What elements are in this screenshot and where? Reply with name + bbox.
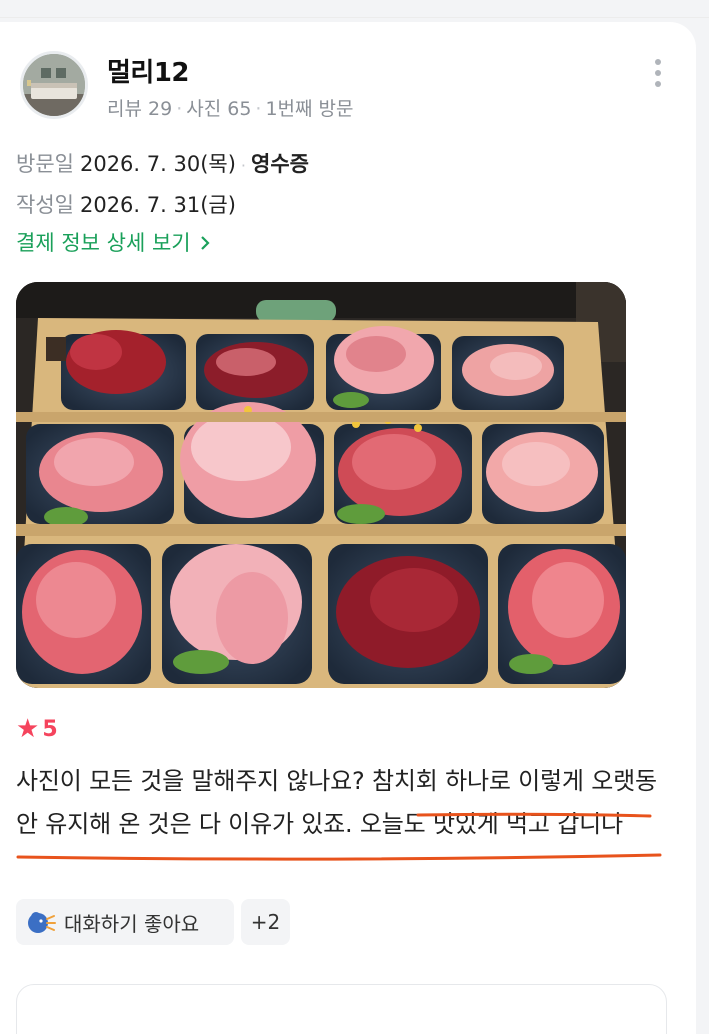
visit-date: 2026. 7. 30(목) <box>79 152 236 176</box>
tag-label: 대화하기 좋아요 <box>64 911 200 936</box>
photo-count: 사진 65 <box>186 98 252 120</box>
author-stats: 리뷰 29 · 사진 65 · 1번째 방문 <box>107 98 354 120</box>
username[interactable]: 멀리12 <box>107 52 190 89</box>
avatar[interactable] <box>20 51 88 119</box>
next-review-card <box>16 984 667 1034</box>
star-icon: ★ <box>16 714 40 744</box>
review-text[interactable]: 사진이 모든 것을 말해주지 않나요? 참치회 하나로 이렇게 오랫동안 유지해… <box>16 760 676 846</box>
payment-detail-label: 결제 정보 상세 보기 <box>16 231 191 255</box>
review-text-plain: 사진이 모든 것을 말해주지 않나요? <box>16 767 373 795</box>
tag-good-for-conversation[interactable]: 대화하기 좋아요 <box>16 899 234 945</box>
rating: ★ 5 <box>16 716 58 742</box>
written-date-row: 작성일 2026. 7. 31(금) <box>16 189 236 219</box>
top-strip <box>0 0 709 18</box>
chevron-right-icon <box>201 236 210 250</box>
review-count: 리뷰 29 <box>107 98 173 120</box>
tag-more-count: +2 <box>250 910 281 934</box>
rating-score: 5 <box>42 716 58 742</box>
more-vertical-icon[interactable] <box>648 56 668 90</box>
review-photo[interactable] <box>16 282 626 688</box>
visit-date-label: 방문일 <box>16 152 74 176</box>
visit-count: 1번째 방문 <box>265 98 354 120</box>
speaking-head-icon <box>28 912 56 933</box>
tag-more-button[interactable]: +2 <box>241 899 290 945</box>
payment-detail-link[interactable]: 결제 정보 상세 보기 <box>16 227 211 257</box>
written-date: 2026. 7. 31(금) <box>79 193 236 217</box>
written-date-label: 작성일 <box>16 193 74 217</box>
receipt-badge: 영수증 <box>251 152 309 176</box>
visit-date-row: 방문일 2026. 7. 30(목) · 영수증 <box>16 152 309 176</box>
